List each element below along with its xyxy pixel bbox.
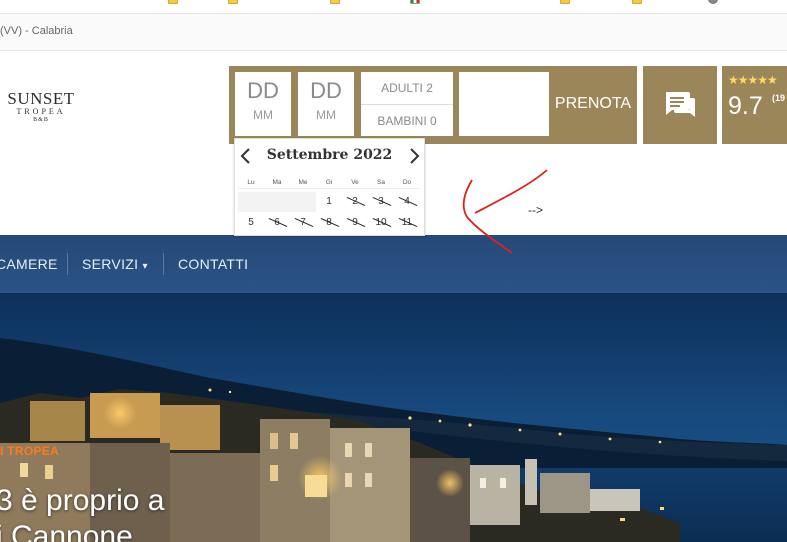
calendar-day-disabled: 2 — [342, 192, 368, 212]
bookmark-site-icon[interactable] — [708, 0, 718, 4]
guests-selector[interactable]: ADULTI 2 BAMBINI 0 — [361, 72, 453, 136]
logo-line-tropea: TROPEA — [16, 107, 66, 116]
main-navbar: CAMERE SERVIZI ▾ CONTATTI — [0, 235, 787, 293]
weekday-label: Ma — [272, 179, 282, 186]
rating-count: (19 — [772, 93, 786, 103]
weekday-label: Sa — [377, 179, 385, 186]
chat-button[interactable] — [643, 66, 717, 144]
bookmark-folder-icon[interactable] — [168, 0, 178, 4]
rating-badge[interactable]: ★★★★★ 9.7 (19 — [722, 66, 787, 144]
checkin-month: MM — [253, 108, 273, 122]
calendar-day-disabled: 10 — [368, 213, 394, 233]
checkin-date-field[interactable]: DD MM — [235, 72, 291, 136]
italy-flag-icon[interactable] — [410, 0, 420, 4]
calendar-day-empty — [238, 192, 264, 212]
nav-item-contatti[interactable]: CONTATTI — [178, 256, 248, 272]
nav-divider — [67, 253, 68, 275]
caret-down-icon: ▾ — [142, 261, 148, 272]
bookmark-folder-icon[interactable] — [228, 0, 238, 4]
calendar-day-disabled: 8 — [316, 213, 342, 233]
hero-title: 3 è proprio a i Cannone — [0, 483, 164, 542]
booking-widget: DD MM DD MM ADULTI 2 BAMBINI 0 PRENOTA — [229, 66, 637, 144]
calendar-day-disabled: 9 — [342, 213, 368, 233]
hero-title-line-1: 3 è proprio a — [0, 484, 165, 517]
page: (VV) - Calabria SUNSET TROPEA B&B DD MM … — [0, 0, 787, 542]
rating-score: 9.7 — [728, 92, 763, 120]
children-count[interactable]: BAMBINI 0 — [361, 104, 453, 136]
nav-item-servizi[interactable]: SERVIZI ▾ — [82, 256, 148, 272]
nav-item-servizi-label: SERVIZI — [82, 256, 139, 272]
calendar-day-disabled: 6 — [264, 213, 290, 233]
book-button[interactable]: PRENOTA — [551, 72, 635, 136]
breadcrumb-text: (VV) - Calabria — [0, 25, 73, 37]
nav-item-camere[interactable]: CAMERE — [0, 256, 58, 272]
rating-stars: ★★★★★ — [728, 73, 778, 87]
calendar-month-title: Settembre 2022 — [266, 147, 393, 163]
checkout-date-field[interactable]: DD MM — [298, 72, 354, 136]
chat-icon — [666, 92, 695, 117]
calendar-day-disabled: 11 — [394, 213, 420, 233]
weekday-label: Lu — [247, 179, 255, 186]
calendar-day-disabled: 4 — [394, 192, 420, 212]
weekday-label: Gi — [325, 179, 333, 186]
weekday-label: Do — [402, 179, 412, 186]
red-arrow-annotation-icon — [462, 169, 548, 254]
checkin-day: DD — [247, 78, 279, 103]
chevron-right-icon[interactable] — [407, 147, 421, 165]
datepicker: Settembre 2022 Lu Ma Me Gi Ve Sa Do 1 2 … — [234, 138, 425, 236]
adults-count[interactable]: ADULTI 2 — [361, 72, 453, 104]
calendar-day-disabled: 3 — [368, 192, 394, 212]
hero-title-line-2: i Cannone — [0, 520, 133, 542]
promo-code-input[interactable] — [459, 72, 549, 136]
weekday-label: Ve — [351, 179, 359, 186]
bookmark-folder-icon[interactable] — [560, 0, 570, 4]
bookmark-folder-icon[interactable] — [632, 0, 642, 4]
calendar-day[interactable]: 1 — [316, 192, 342, 212]
breadcrumb: (VV) - Calabria — [0, 14, 787, 51]
calendar-divider — [238, 188, 421, 189]
bookmarks-bar — [0, 0, 787, 14]
hero-kicker: I TROPEA — [0, 444, 60, 458]
site-logo[interactable]: SUNSET TROPEA B&B — [2, 90, 80, 124]
calendar-day[interactable]: 5 — [238, 213, 264, 233]
logo-line-bnb: B&B — [33, 117, 49, 123]
hero-banner: I TROPEA 3 è proprio a i Cannone — [0, 293, 787, 542]
nav-divider — [163, 253, 164, 275]
bookmark-folder-icon[interactable] — [330, 0, 340, 4]
checkout-month: MM — [316, 108, 336, 122]
calendar-day-empty — [264, 192, 290, 212]
weekday-label: Me — [298, 179, 308, 186]
checkout-day: DD — [310, 78, 342, 103]
logo-line-sunset: SUNSET — [7, 89, 75, 108]
calendar-day-empty — [290, 192, 316, 212]
calendar-day-disabled: 7 — [290, 213, 316, 233]
